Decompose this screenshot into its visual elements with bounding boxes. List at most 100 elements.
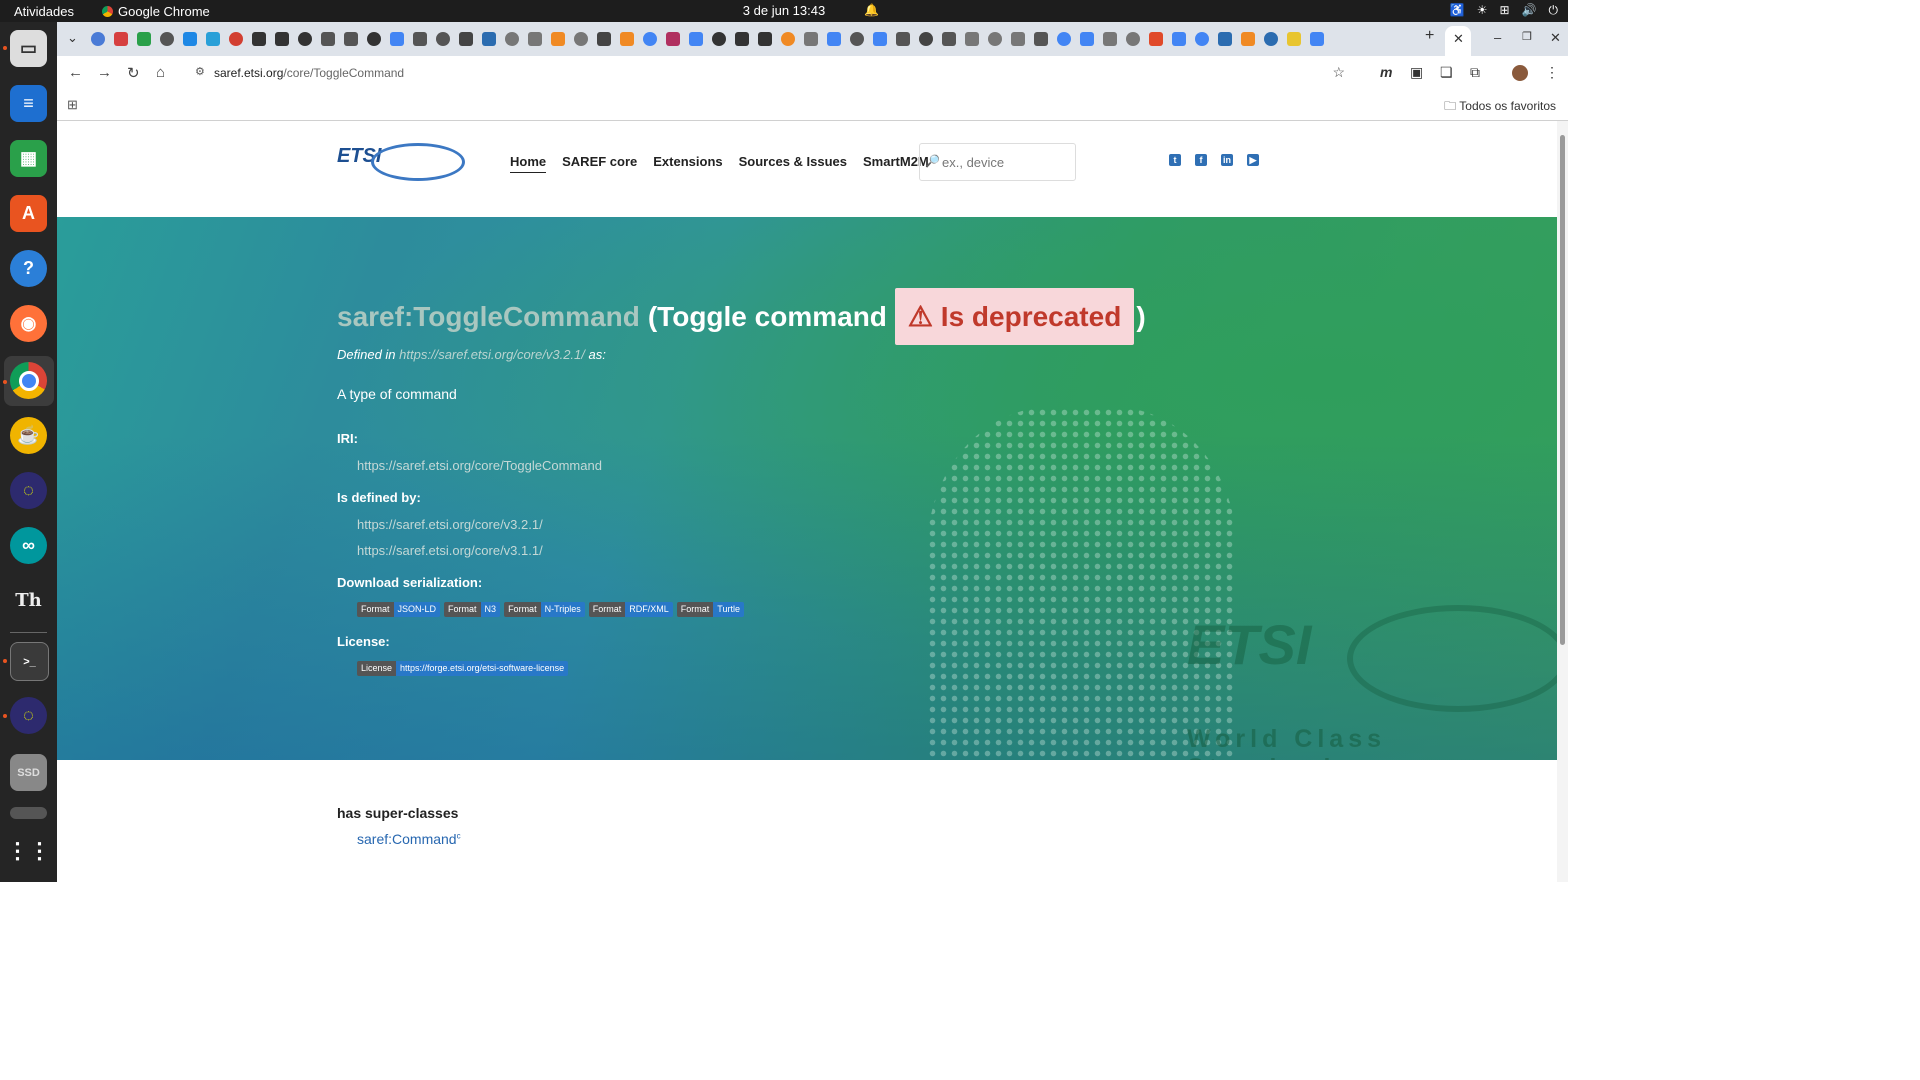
- tab-favicon-icon[interactable]: [758, 32, 772, 46]
- terminal-icon[interactable]: >_: [10, 642, 49, 681]
- chrome-menu-icon[interactable]: ⋮: [1545, 64, 1559, 81]
- tab-favicon-icon[interactable]: [551, 32, 565, 46]
- tab-favicon-icon[interactable]: [1057, 32, 1071, 46]
- tab-favicon-icon[interactable]: [850, 32, 864, 46]
- tab-favicon-icon[interactable]: [965, 32, 979, 46]
- url-text[interactable]: saref.etsi.org/core/ToggleCommand: [214, 66, 404, 80]
- chrome-dock-icon[interactable]: [10, 362, 47, 399]
- new-tab-icon[interactable]: +: [1425, 27, 1434, 45]
- address-bar[interactable]: ⚙ saref.etsi.org/core/ToggleCommand ☆: [187, 60, 1357, 86]
- format-badge-rdfxml[interactable]: Format RDF/XML: [588, 602, 673, 617]
- bookmark-star-icon[interactable]: ☆: [1332, 64, 1345, 81]
- tab-favicon-icon[interactable]: [137, 32, 151, 46]
- accessibility-icon[interactable]: ♿: [1450, 3, 1465, 18]
- search-input[interactable]: 🔎 ex., device: [919, 143, 1076, 181]
- notification-bell-icon[interactable]: 🔔: [864, 3, 879, 17]
- tab-favicon-icon[interactable]: [666, 32, 680, 46]
- superclass-link[interactable]: saref:Commandc: [357, 831, 461, 847]
- tab-favicon-icon[interactable]: [275, 32, 289, 46]
- network-icon[interactable]: ⊞: [1499, 3, 1509, 18]
- tab-favicon-icon[interactable]: [827, 32, 841, 46]
- help-icon[interactable]: ?: [10, 250, 47, 287]
- extension-m-icon[interactable]: m: [1380, 64, 1392, 80]
- tab-favicon-icon[interactable]: [896, 32, 910, 46]
- extension-copy-icon[interactable]: ❏: [1440, 64, 1453, 81]
- tab-favicon-icon[interactable]: [1126, 32, 1140, 46]
- tab-favicon-icon[interactable]: [988, 32, 1002, 46]
- brightness-icon[interactable]: ☀: [1477, 3, 1488, 18]
- linkedin-icon[interactable]: in: [1221, 154, 1233, 166]
- tab-favicon-icon[interactable]: [1172, 32, 1186, 46]
- eclipse-running-icon[interactable]: ◌: [10, 697, 47, 734]
- arduino-icon[interactable]: ∞: [10, 527, 47, 564]
- profile-avatar[interactable]: [1512, 65, 1528, 81]
- nav-home[interactable]: Home: [510, 154, 547, 173]
- tab-favicon-icon[interactable]: [528, 32, 542, 46]
- tab-favicon-icon[interactable]: [620, 32, 634, 46]
- tab-favicon-icon[interactable]: [183, 32, 197, 46]
- tab-favicon-icon[interactable]: [1241, 32, 1255, 46]
- tab-favicon-icon[interactable]: [1218, 32, 1232, 46]
- tab-favicon-icon[interactable]: [1310, 32, 1324, 46]
- writer-icon[interactable]: ≡: [10, 85, 47, 122]
- nav-sources-issues[interactable]: Sources & Issues: [739, 154, 847, 173]
- font-app-icon[interactable]: Th: [10, 582, 47, 619]
- tab-favicon-icon[interactable]: [91, 32, 105, 46]
- tab-favicon-icon[interactable]: [804, 32, 818, 46]
- ssd-drive-icon[interactable]: SSD: [10, 754, 47, 791]
- tab-favicon-icon[interactable]: [1103, 32, 1117, 46]
- drive-icon[interactable]: [10, 807, 47, 819]
- tab-favicon-icon[interactable]: [1287, 32, 1301, 46]
- twitter-icon[interactable]: t: [1169, 154, 1181, 166]
- tab-favicon-icon[interactable]: [344, 32, 358, 46]
- defined-in-link[interactable]: https://saref.etsi.org/core/v3.2.1/: [399, 347, 585, 362]
- tab-favicon-icon[interactable]: [574, 32, 588, 46]
- reload-icon[interactable]: ↻: [127, 64, 140, 82]
- volume-icon[interactable]: 🔊: [1522, 3, 1537, 18]
- eclipse-like-icon[interactable]: ◌: [10, 472, 47, 509]
- tab-favicon-icon[interactable]: [942, 32, 956, 46]
- window-close-icon[interactable]: ✕: [1550, 30, 1561, 46]
- teapot-icon[interactable]: ☕: [10, 417, 47, 454]
- extensions-puzzle-icon[interactable]: ⧉: [1470, 64, 1480, 81]
- tab-favicon-icon[interactable]: [413, 32, 427, 46]
- tab-search-icon[interactable]: ⌄: [67, 30, 78, 46]
- nav-saref-core[interactable]: SAREF core: [562, 154, 637, 173]
- home-icon[interactable]: ⌂: [156, 64, 165, 81]
- app-center-icon[interactable]: A: [10, 195, 47, 232]
- firefox-icon[interactable]: ◉: [10, 305, 47, 342]
- nav-extensions[interactable]: Extensions: [653, 154, 722, 173]
- tab-favicon-icon[interactable]: [114, 32, 128, 46]
- tab-favicon-icon[interactable]: [919, 32, 933, 46]
- tab-favicon-icon[interactable]: [252, 32, 266, 46]
- site-info-icon[interactable]: ⚙: [195, 65, 205, 78]
- tab-favicon-icon[interactable]: [160, 32, 174, 46]
- iri-value[interactable]: https://saref.etsi.org/core/ToggleComman…: [357, 458, 602, 473]
- tab-favicon-icon[interactable]: [505, 32, 519, 46]
- facebook-icon[interactable]: f: [1195, 154, 1207, 166]
- tab-favicon-icon[interactable]: [367, 32, 381, 46]
- tab-favicon-icon[interactable]: [689, 32, 703, 46]
- tab-favicon-icon[interactable]: [229, 32, 243, 46]
- tab-favicon-icon[interactable]: [643, 32, 657, 46]
- apps-grid-icon[interactable]: ⊞: [67, 97, 78, 113]
- page-scrollbar[interactable]: [1557, 121, 1568, 882]
- forward-icon[interactable]: →: [97, 64, 112, 81]
- tab-favicon-icon[interactable]: [459, 32, 473, 46]
- minimize-icon[interactable]: –: [1494, 30, 1501, 45]
- tab-favicon-icon[interactable]: [321, 32, 335, 46]
- format-badge-jsonld[interactable]: Format JSON-LD: [357, 602, 441, 617]
- tab-favicon-icon[interactable]: [1149, 32, 1163, 46]
- system-tray[interactable]: ♿ ☀ ⊞ 🔊 ⏻: [1450, 3, 1558, 18]
- license-badge[interactable]: License https://forge.etsi.org/etsi-softw…: [357, 661, 569, 676]
- tab-favicon-icon[interactable]: [482, 32, 496, 46]
- tab-favicon-icon[interactable]: [390, 32, 404, 46]
- clock[interactable]: 3 de jun 13:43: [0, 3, 1568, 18]
- tab-favicon-icon[interactable]: [1264, 32, 1278, 46]
- tab-favicon-icon[interactable]: [1034, 32, 1048, 46]
- calc-icon[interactable]: ▦: [10, 140, 47, 177]
- tab-favicon-icon[interactable]: [781, 32, 795, 46]
- back-icon[interactable]: ←: [68, 64, 83, 81]
- scrollbar-thumb[interactable]: [1560, 135, 1565, 645]
- active-tab[interactable]: ✕: [1445, 26, 1471, 56]
